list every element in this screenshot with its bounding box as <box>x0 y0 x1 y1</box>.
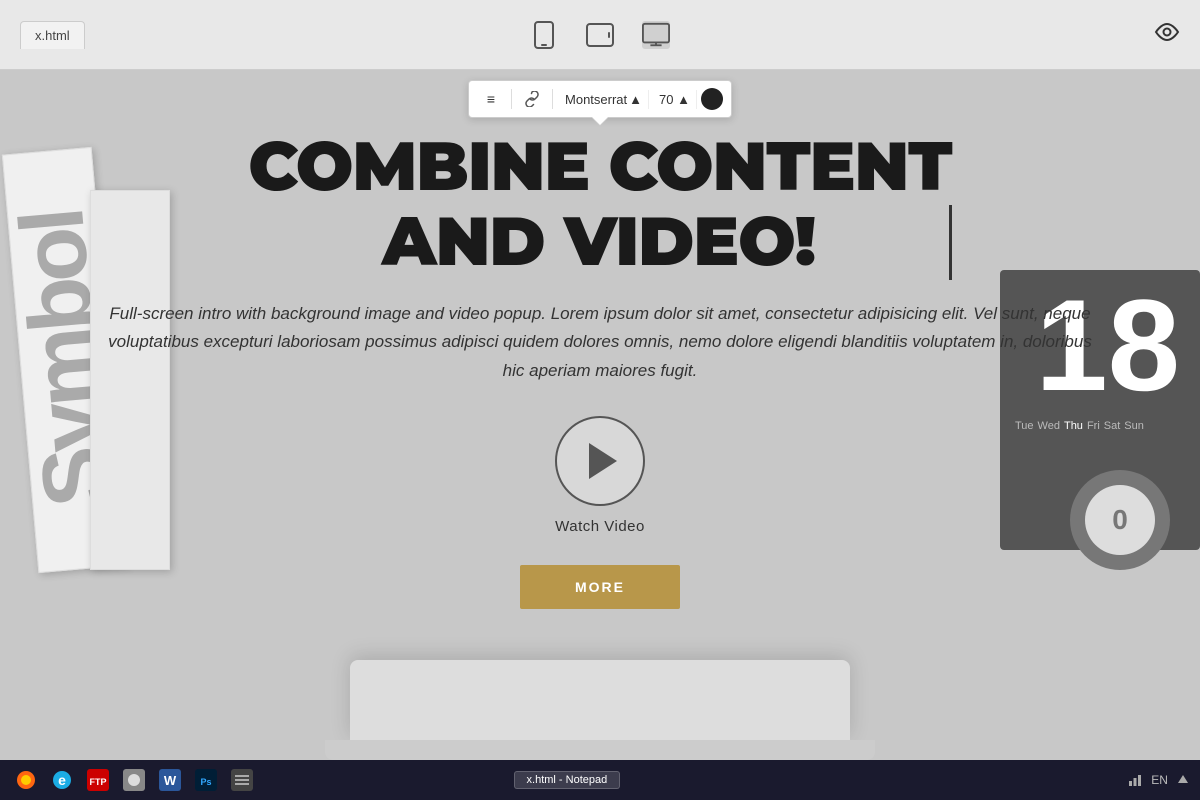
taskbar-up-icon <box>1176 773 1190 787</box>
play-circle[interactable] <box>555 416 645 506</box>
preview-eye-icon[interactable] <box>1154 23 1180 47</box>
hero-subtitle: Full-screen intro with background image … <box>100 300 1100 387</box>
taskbar-ie-icon[interactable]: e <box>46 764 78 796</box>
laptop-decoration <box>350 660 850 740</box>
taskbar-right-area: EN <box>1127 772 1190 788</box>
taskbar-network-icon <box>1127 772 1143 788</box>
device-toolbar <box>530 21 670 49</box>
toolbar-divider-1 <box>511 89 512 109</box>
desktop-device-button[interactable] <box>642 21 670 49</box>
play-button[interactable]: Watch Video <box>555 416 645 535</box>
play-triangle-icon <box>589 443 617 479</box>
taskbar-antivirus-icon[interactable] <box>118 764 150 796</box>
svg-text:Ps: Ps <box>200 777 211 787</box>
browser-chrome: x.html <box>0 0 1200 70</box>
taskbar-word-icon[interactable]: W <box>154 764 186 796</box>
font-size-selector[interactable]: 70 ▲ <box>653 90 697 109</box>
font-selector[interactable]: Montserrat ▲ <box>559 90 649 109</box>
svg-text:FTP: FTP <box>90 777 107 787</box>
taskbar-active-app[interactable]: x.html - Notepad <box>514 771 621 789</box>
hero-title: COMBINE CONTENT and VIDEO! <box>248 130 951 280</box>
watch-video-label: Watch Video <box>555 518 645 535</box>
align-button[interactable]: ≡ <box>477 85 505 113</box>
hero-content: COMBINE CONTENT and VIDEO! Full-screen i… <box>0 130 1200 609</box>
color-picker[interactable] <box>701 88 723 110</box>
taskbar: e FTP W Ps <box>0 760 1200 800</box>
taskbar-app-label[interactable]: x.html - Notepad <box>514 771 621 789</box>
taskbar-ftp-icon[interactable]: FTP <box>82 764 114 796</box>
text-editing-toolbar[interactable]: ≡ Montserrat ▲ 70 ▲ <box>468 80 732 118</box>
svg-text:W: W <box>164 773 177 788</box>
laptop-base-decoration <box>325 740 875 760</box>
taskbar-photoshop-icon[interactable]: Ps <box>190 764 222 796</box>
taskbar-extra-icon[interactable] <box>226 764 258 796</box>
browser-tab[interactable]: x.html <box>20 21 85 49</box>
taskbar-firefox-icon[interactable] <box>10 764 42 796</box>
link-button[interactable] <box>518 85 546 113</box>
main-content-area: Symbol 18 TueWedThuFriSatSun 0 ≡ Montse <box>0 70 1200 800</box>
tablet-device-button[interactable] <box>586 21 614 49</box>
taskbar-lang: EN <box>1151 773 1168 787</box>
more-button[interactable]: MORE <box>520 565 680 609</box>
mobile-device-button[interactable] <box>530 21 558 49</box>
svg-text:e: e <box>58 772 66 788</box>
toolbar-divider-2 <box>552 89 553 109</box>
